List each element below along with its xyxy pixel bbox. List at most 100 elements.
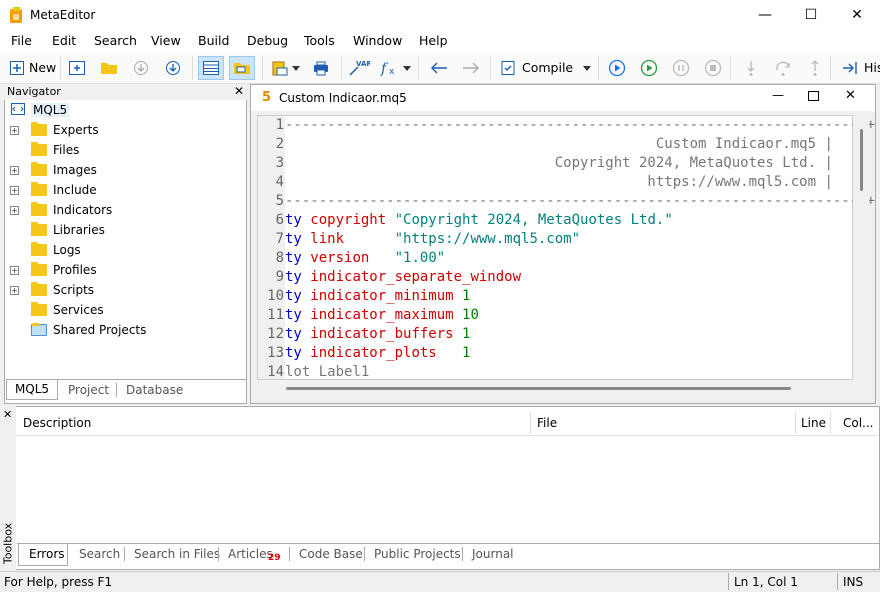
nav-tab-mql5[interactable]: MQL5	[6, 380, 58, 400]
step-out-icon[interactable]	[804, 57, 826, 79]
code-property: indicator_buffers	[310, 326, 454, 342]
editor-maximize-button[interactable]	[808, 91, 819, 101]
code-padding	[454, 307, 462, 323]
code-line[interactable]: 4 https://www.mql5.com |	[258, 173, 833, 192]
code-line[interactable]: 6ty copyright "Copyright 2024, MetaQuote…	[258, 211, 673, 230]
minimize-button[interactable]: —	[742, 0, 788, 30]
navigator-item[interactable]: Libraries	[10, 220, 105, 240]
toolbox-tab-articles[interactable]: Articles	[228, 547, 273, 561]
navigator-item[interactable]: + Include	[10, 180, 97, 200]
menu-debug[interactable]: Debug	[247, 33, 288, 48]
mq5-file-icon: 5	[262, 90, 272, 105]
editor-minimize-button[interactable]: —	[772, 88, 784, 102]
code-line[interactable]: 7ty link "https://www.mql5.com"	[258, 230, 580, 249]
start-debug-history-icon[interactable]	[606, 57, 628, 79]
compile-button-label[interactable]: Compile	[522, 60, 573, 75]
code-line[interactable]: 9ty indicator_separate_window	[258, 268, 521, 287]
navigator-item[interactable]: Files	[10, 140, 79, 160]
code-line[interactable]: 2 Custom Indicaor.mq5 |	[258, 135, 833, 154]
expand-plus-icon[interactable]: +	[10, 265, 19, 275]
menu-window[interactable]: Window	[353, 33, 402, 48]
chevron-down-icon[interactable]	[581, 57, 593, 79]
line-number: 2	[275, 136, 284, 152]
toolbox-tab-public-projects[interactable]: Public Projects	[374, 547, 461, 561]
toolbox-tab-code-base[interactable]: Code Base	[299, 547, 363, 561]
clipboard-icon[interactable]	[269, 57, 291, 79]
navigator-item[interactable]: + Scripts	[10, 280, 94, 300]
stop-icon[interactable]	[702, 57, 724, 79]
code-line[interactable]: 13ty indicator_plots 1	[258, 344, 470, 363]
pause-icon[interactable]	[670, 57, 692, 79]
new-button-label[interactable]: New	[29, 60, 56, 75]
menu-file[interactable]: File	[11, 33, 32, 48]
column-description[interactable]: Description	[23, 410, 91, 436]
chevron-down-icon[interactable]	[401, 57, 413, 79]
expand-plus-icon[interactable]: +	[10, 185, 19, 195]
scroll-thumb[interactable]	[860, 129, 863, 191]
horizontal-scrollbar[interactable]	[258, 380, 853, 396]
back-arrow-icon[interactable]	[428, 57, 450, 79]
code-line[interactable]: 11ty indicator_maximum 10	[258, 306, 479, 325]
printer-icon[interactable]	[310, 57, 332, 79]
vertical-scrollbar[interactable]	[853, 115, 869, 380]
navigator-toggle-icon[interactable]	[198, 56, 224, 80]
navigator-root[interactable]: MQL5	[10, 100, 70, 120]
var-insert-icon[interactable]: VAR	[348, 57, 370, 79]
step-into-icon[interactable]	[740, 57, 762, 79]
navigator-item[interactable]: + Experts	[10, 120, 99, 140]
menu-tools[interactable]: Tools	[304, 33, 335, 48]
history-icon[interactable]	[840, 57, 862, 79]
close-icon[interactable]: ✕	[234, 84, 244, 98]
code-line[interactable]: 12ty indicator_buffers 1	[258, 325, 470, 344]
editor-tab-title[interactable]: Custom Indicaor.mq5	[279, 91, 407, 105]
navigator-item[interactable]: Shared Projects	[10, 320, 146, 340]
editor-close-button[interactable]: ✕	[845, 88, 856, 103]
new-tab-icon[interactable]	[66, 57, 88, 79]
toolbox-toggle-icon[interactable]	[229, 56, 255, 80]
open-folder-icon[interactable]	[98, 57, 120, 79]
function-icon[interactable]: fx	[378, 57, 400, 79]
navigator-item[interactable]: + Images	[10, 160, 97, 180]
download-icon[interactable]	[130, 57, 152, 79]
navigator-item[interactable]: Logs	[10, 240, 81, 260]
close-button[interactable]: ✕	[834, 0, 880, 30]
expand-plus-icon[interactable]: +	[10, 285, 19, 295]
navigator-item[interactable]: + Profiles	[10, 260, 97, 280]
nav-tab-project[interactable]: Project	[68, 383, 109, 397]
column-line[interactable]: Line	[801, 410, 826, 436]
code-line[interactable]: 5---------------------------------------…	[258, 192, 875, 211]
menu-help[interactable]: Help	[419, 33, 448, 48]
folder-icon	[31, 202, 47, 216]
compile-icon[interactable]	[497, 57, 519, 79]
nav-tab-database[interactable]: Database	[126, 383, 183, 397]
start-debug-real-icon[interactable]	[638, 57, 660, 79]
close-icon[interactable]: ✕	[3, 408, 12, 421]
code-line[interactable]: 1---------------------------------------…	[258, 116, 875, 135]
expand-plus-icon[interactable]: +	[10, 205, 19, 215]
code-line[interactable]: 10ty indicator_minimum 1	[258, 287, 470, 306]
new-file-icon[interactable]	[6, 57, 28, 79]
toolbox-tab-journal[interactable]: Journal	[472, 547, 514, 561]
navigator-item[interactable]: Services	[10, 300, 104, 320]
menu-edit[interactable]: Edit	[52, 33, 76, 48]
menu-view[interactable]: View	[151, 33, 181, 48]
save-icon[interactable]	[162, 57, 184, 79]
toolbox-tab-search[interactable]: Search	[79, 547, 120, 561]
maximize-button[interactable]: ☐	[788, 0, 834, 30]
navigator-item[interactable]: + Indicators	[10, 200, 112, 220]
expand-plus-icon[interactable]: +	[10, 125, 19, 135]
chevron-down-icon[interactable]	[290, 57, 302, 79]
toolbox-tab-search-in-files[interactable]: Search in Files	[134, 547, 220, 561]
history-button-label[interactable]: His	[864, 60, 880, 75]
menu-search[interactable]: Search	[94, 33, 137, 48]
menu-build[interactable]: Build	[198, 33, 229, 48]
step-over-icon[interactable]	[772, 57, 794, 79]
forward-arrow-icon[interactable]	[460, 57, 482, 79]
expand-plus-icon[interactable]: +	[10, 165, 19, 175]
toolbox-tab-errors[interactable]: Errors	[29, 547, 65, 561]
column-file[interactable]: File	[537, 410, 557, 436]
scroll-thumb[interactable]	[286, 387, 791, 390]
code-line[interactable]: 8ty version "1.00"	[258, 249, 446, 268]
code-line[interactable]: 3 Copyright 2024, MetaQuotes Ltd. |	[258, 154, 833, 173]
column-col[interactable]: Col...	[843, 410, 874, 436]
